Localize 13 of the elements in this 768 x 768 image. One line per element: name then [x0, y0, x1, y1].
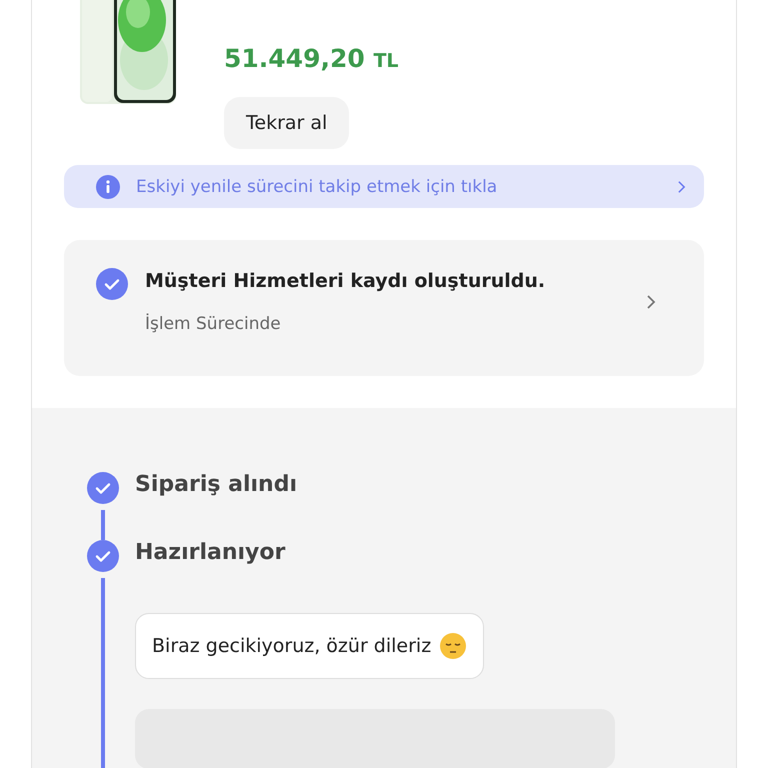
step-label: Sipariş alındı [135, 472, 298, 497]
service-card[interactable]: Müşteri Hizmetleri kaydı oluşturuldu. İşlem Sürecinde [64, 240, 704, 376]
service-title: Müşteri Hizmetleri kaydı oluşturuldu. [145, 270, 546, 292]
sad-face-icon [439, 632, 468, 660]
chevron-icon [646, 294, 656, 310]
chevron-icon [677, 180, 686, 194]
reorder-button[interactable]: Tekrar al [224, 97, 350, 149]
message-text: Biraz gecikiyoruz, özür dileriz [152, 635, 432, 657]
info-icon [96, 174, 120, 198]
service-status: İşlem Sürecinde [145, 314, 282, 334]
banner-text: Eskiyi yenile sürecini takip etmek için tıkla [136, 176, 498, 196]
step-label: Hazırlanıyor [135, 540, 286, 565]
price: 51.449,20 TL [224, 44, 399, 73]
